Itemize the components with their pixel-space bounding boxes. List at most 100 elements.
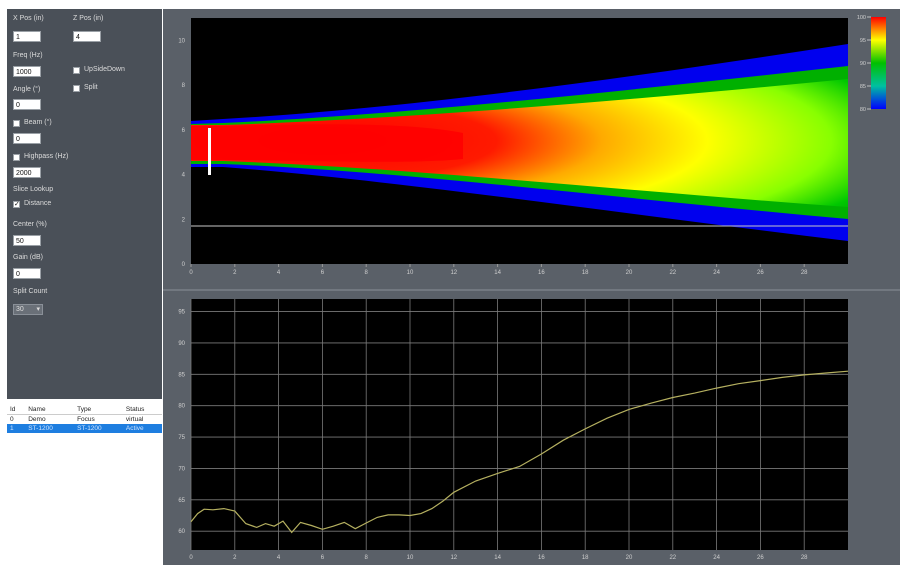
freq-label: Freq (Hz) — [13, 52, 43, 59]
line-chart-y-axis: 95 90 85 80 75 70 65 60 — [178, 310, 185, 536]
line-chart-x-tick: 2 — [233, 555, 237, 561]
heatmap-y-axis: 0 2 4 6 8 10 — [178, 38, 185, 268]
colorbar-ticks: 100 95 90 85 80 — [857, 15, 871, 113]
device-table: Id Name Type Status 0 Demo Focus virtual… — [7, 405, 162, 433]
line-chart-x-tick: 18 — [582, 555, 589, 561]
slice-lookup-label: Slice Lookup — [13, 186, 54, 193]
table-row[interactable]: 1 ST-1200 ST-1200 Active — [7, 424, 162, 433]
split-checkbox[interactable] — [73, 85, 80, 92]
beam-input[interactable]: 0 — [13, 133, 41, 144]
cell-name: Demo — [28, 416, 46, 423]
center-label: Center (%) — [13, 221, 47, 228]
heatmap-x-tick: 10 — [407, 270, 414, 276]
beam-checkbox[interactable] — [13, 120, 20, 127]
line-chart-x-tick: 22 — [669, 555, 676, 561]
plots-svg: 0246810 0 2 4 6 8 10 12 14 16 18 20 22 24 26 28 100959… — [163, 15, 900, 561]
angle-label: Angle (°) — [13, 86, 41, 93]
angle-input[interactable]: 0 — [13, 99, 41, 110]
heatmap-x-tick: 8 — [365, 270, 369, 276]
line-chart-x-tick: 14 — [494, 555, 501, 561]
line-chart-x-tick: 4 — [277, 555, 281, 561]
line-chart-x-tick: 28 — [801, 555, 808, 561]
center-input[interactable]: 50 — [13, 235, 41, 246]
split-label: Split — [84, 84, 98, 91]
chevron-down-icon: ▾ — [36, 306, 40, 313]
x-pos-input[interactable]: 1 — [13, 31, 41, 42]
upsidedown-label: UpSideDown — [84, 66, 125, 73]
colorbar-tick: 100 — [857, 15, 866, 21]
line-chart-x-tick: 12 — [450, 555, 457, 561]
line-chart-x-tick: 26 — [757, 555, 764, 561]
heatmap-y-tick: 8 — [182, 83, 186, 89]
heatmap-x-tick: 22 — [669, 270, 676, 276]
line-chart-background — [191, 299, 848, 550]
highpass-input[interactable]: 2000 — [13, 167, 41, 178]
highpass-checkbox[interactable] — [13, 154, 20, 161]
z-pos-input[interactable]: 4 — [73, 31, 101, 42]
gain-input[interactable]: 0 — [13, 268, 41, 279]
heatmap-x-tick: 26 — [757, 270, 764, 276]
line-chart-x-tick: 8 — [365, 555, 369, 561]
line-chart-x-tick: 6 — [321, 555, 325, 561]
line-chart-y-tick: 75 — [178, 435, 185, 441]
line-chart-x-tick: 10 — [407, 555, 414, 561]
heatmap-x-tick: 6 — [321, 270, 325, 276]
highpass-label: Highpass (Hz) — [24, 153, 69, 160]
heatmap-x-tick: 20 — [626, 270, 633, 276]
column-header-type[interactable]: Type — [74, 405, 123, 415]
column-header-id[interactable]: Id — [7, 405, 26, 415]
control-panel: X Pos (in) Z Pos (in) 1 4 Freq (Hz) 1000… — [7, 9, 162, 399]
line-chart-x-tick: 24 — [713, 555, 720, 561]
beam-label: Beam (°) — [24, 119, 52, 126]
line-chart-x-tick: 20 — [626, 555, 633, 561]
line-chart-y-tick: 90 — [178, 341, 185, 347]
heatmap-x-axis: 0 2 4 6 8 10 12 14 16 18 20 22 24 26 28 — [189, 264, 808, 276]
cell-id: 1 — [7, 424, 26, 433]
heatmap-x-tick: 2 — [233, 270, 237, 276]
line-chart-x-tick: 0 — [189, 555, 193, 561]
distance-label: Distance — [24, 200, 52, 207]
table-header-row: Id Name Type Status — [7, 405, 162, 415]
heatmap-x-tick: 12 — [450, 270, 457, 276]
distance-checkbox[interactable]: ✓ — [13, 201, 20, 208]
heatmap-x-tick: 16 — [538, 270, 545, 276]
device-list: Id Name Type Status 0 Demo Focus virtual… — [7, 399, 162, 565]
colorbar-tick: 95 — [860, 38, 866, 44]
heatmap-x-tick: 18 — [582, 270, 589, 276]
plot-area: 0 2 4 6 8 10 0 2 4 6 8 10 12 14 16 18 20 22 24 26 28 100 95 9… — [163, 9, 900, 565]
heatmap-y-tick: 6 — [182, 128, 186, 134]
line-chart-y-tick: 80 — [178, 404, 185, 410]
split-count-label: Split Count — [13, 288, 48, 295]
cell-id: 0 — [10, 416, 14, 423]
colorbar-tick: 85 — [860, 84, 866, 90]
z-pos-label: Z Pos (in) — [73, 15, 104, 22]
line-chart-y-tick: 60 — [178, 529, 185, 535]
heatmap-x-tick: 28 — [801, 270, 808, 276]
column-header-status[interactable]: Status — [122, 405, 162, 415]
cell-status: Active — [122, 424, 162, 433]
line-chart-y-tick: 85 — [178, 372, 185, 378]
beam-hot-core — [191, 124, 463, 162]
colorbar — [871, 17, 886, 109]
position-marker[interactable] — [208, 128, 211, 175]
table-row[interactable]: 0 Demo Focus virtual — [7, 415, 162, 425]
column-header-name[interactable]: Name — [25, 405, 75, 415]
gain-label: Gain (dB) — [13, 254, 43, 261]
cell-type: Focus — [77, 416, 95, 423]
colorbar-tick: 80 — [860, 107, 866, 113]
heatmap-y-tick: 10 — [178, 38, 185, 44]
cell-type: ST-1200 — [74, 424, 123, 433]
heatmap-y-tick: 0 — [182, 262, 186, 268]
freq-input[interactable]: 1000 — [13, 66, 41, 77]
upsidedown-checkbox[interactable] — [73, 67, 80, 74]
heatmap-x-tick: 0 — [189, 270, 193, 276]
x-pos-label: X Pos (in) — [13, 15, 44, 22]
split-count-select[interactable]: 30 ▾ — [13, 304, 43, 315]
cell-name: ST-1200 — [25, 424, 75, 433]
colorbar-tick: 90 — [860, 61, 866, 67]
cell-status: virtual — [125, 416, 144, 423]
heatmap-x-tick: 24 — [713, 270, 720, 276]
line-chart-y-tick: 95 — [178, 310, 185, 316]
heatmap-x-tick: 14 — [494, 270, 501, 276]
line-chart-y-tick: 65 — [178, 498, 185, 504]
